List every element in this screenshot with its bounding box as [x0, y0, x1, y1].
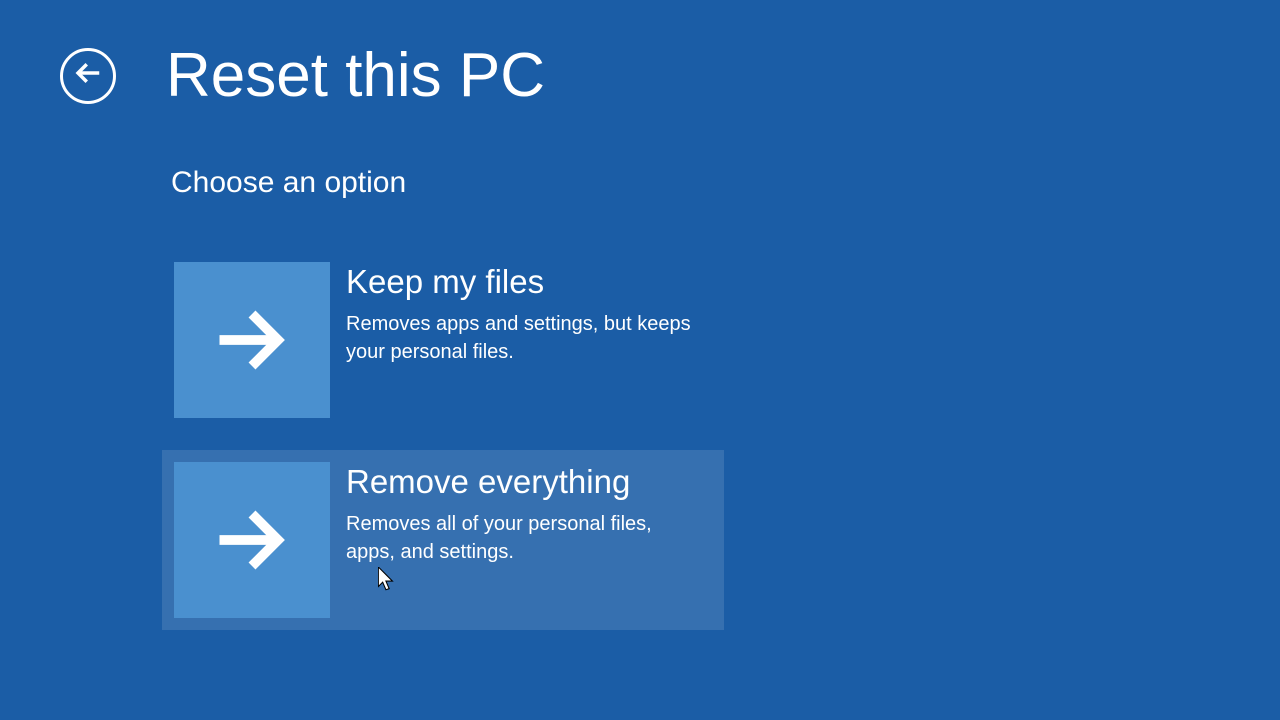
option-text: Remove everything Removes all of your pe…	[330, 462, 706, 618]
subtitle: Choose an option	[171, 166, 1280, 200]
arrow-right-icon	[174, 262, 330, 418]
header: Reset this PC	[0, 0, 1280, 111]
back-button[interactable]	[60, 48, 116, 104]
option-remove-everything[interactable]: Remove everything Removes all of your pe…	[162, 450, 724, 630]
back-arrow-icon	[73, 58, 103, 93]
option-title: Keep my files	[346, 262, 706, 302]
page-title: Reset this PC	[166, 40, 545, 111]
option-title: Remove everything	[346, 462, 706, 502]
options-list: Keep my files Removes apps and settings,…	[162, 250, 1280, 630]
option-description: Removes all of your personal files, apps…	[346, 510, 706, 566]
option-keep-my-files[interactable]: Keep my files Removes apps and settings,…	[162, 250, 724, 430]
option-description: Removes apps and settings, but keeps you…	[346, 310, 706, 366]
option-text: Keep my files Removes apps and settings,…	[330, 262, 706, 418]
arrow-right-icon	[174, 462, 330, 618]
